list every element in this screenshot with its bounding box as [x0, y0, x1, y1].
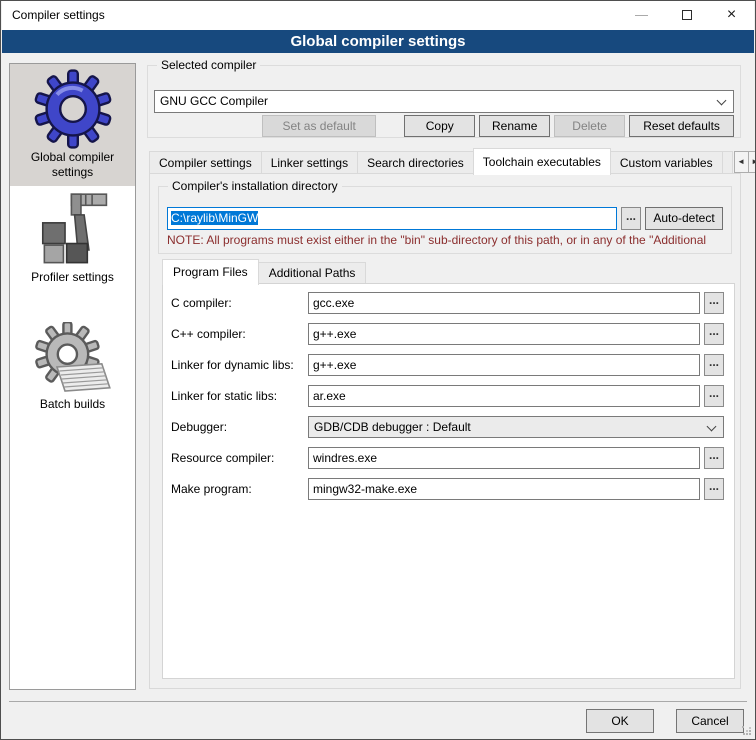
close-icon: × [727, 6, 736, 23]
c-compiler-input[interactable] [308, 292, 700, 314]
sidebar-item-global-compiler-settings[interactable]: Global compiler settings [10, 64, 135, 186]
selected-compiler-group-label: Selected compiler [157, 58, 260, 73]
chevron-down-icon [717, 96, 727, 106]
chevron-down-icon [707, 422, 717, 432]
ok-button[interactable]: OK [586, 709, 654, 733]
c-compiler-browse-button[interactable]: ... [704, 292, 724, 314]
install-dir-selected-text: C:\raylib\MinGW [171, 211, 258, 225]
settings-tab-strip: Compiler settings Linker settings Search… [149, 147, 743, 174]
compiler-select-value: GNU GCC Compiler [160, 94, 268, 108]
dynamic-linker-input[interactable] [308, 354, 700, 376]
copy-button[interactable]: Copy [404, 115, 475, 137]
debugger-select-value: GDB/CDB debugger : Default [314, 420, 471, 434]
auto-detect-button[interactable]: Auto-detect [645, 207, 723, 230]
tab-scroll-buttons: ◄ ► [735, 151, 756, 173]
tab-search-directories[interactable]: Search directories [357, 151, 474, 174]
gray-gear-stack-icon [33, 322, 113, 396]
blue-gear-icon [33, 69, 113, 149]
compiler-select[interactable]: GNU GCC Compiler [154, 90, 734, 113]
field-row-debugger: Debugger: GDB/CDB debugger : Default [171, 416, 724, 438]
static-linker-label: Linker for static libs: [171, 389, 308, 403]
tab-custom-variables[interactable]: Custom variables [610, 151, 723, 174]
subtab-program-files[interactable]: Program Files [162, 259, 259, 285]
page-title: Global compiler settings [2, 30, 754, 53]
minimize-button[interactable]: — [619, 1, 664, 30]
tab-toolchain-executables[interactable]: Toolchain executables [473, 148, 611, 175]
install-dir-browse-button[interactable]: ... [621, 207, 641, 230]
resource-compiler-label: Resource compiler: [171, 451, 308, 465]
field-row-dynamic-linker: Linker for dynamic libs: ... [171, 354, 724, 376]
sidebar-item-label: Batch builds [12, 397, 133, 412]
tab-build-options[interactable]: Build [722, 151, 733, 174]
resource-compiler-input[interactable] [308, 447, 700, 469]
window-title: Compiler settings [12, 1, 105, 30]
subtab-additional-paths[interactable]: Additional Paths [258, 262, 367, 284]
selected-compiler-group: Selected compiler GNU GCC Compiler Set a… [147, 65, 741, 138]
compiler-settings-dialog: Compiler settings — × Global compiler se… [0, 0, 756, 740]
sidebar-item-profiler-settings[interactable]: Profiler settings [10, 186, 135, 291]
debugger-select[interactable]: GDB/CDB debugger : Default [308, 416, 724, 438]
static-linker-browse-button[interactable]: ... [704, 385, 724, 407]
cpp-compiler-label: C++ compiler: [171, 327, 308, 341]
settings-category-list: Global compiler settings Profiler settin… [9, 63, 136, 690]
minimize-icon: — [635, 7, 648, 22]
resize-grip-icon[interactable] [742, 726, 752, 736]
field-row-c-compiler: C compiler: ... [171, 292, 724, 314]
tab-linker-settings[interactable]: Linker settings [261, 151, 358, 174]
cpp-compiler-browse-button[interactable]: ... [704, 323, 724, 345]
close-button[interactable]: × [709, 1, 754, 30]
cancel-button[interactable]: Cancel [676, 709, 744, 733]
sidebar-item-label: Profiler settings [12, 270, 133, 285]
rename-button[interactable]: Rename [479, 115, 550, 137]
toolchain-executables-panel: Compiler's installation directory C:\ray… [149, 173, 741, 689]
program-files-tab-strip: Program Files Additional Paths [162, 258, 365, 284]
maximize-icon [682, 10, 692, 20]
field-row-make-program: Make program: ... [171, 478, 724, 500]
static-linker-input[interactable] [308, 385, 700, 407]
installation-directory-group: Compiler's installation directory C:\ray… [158, 186, 732, 254]
installation-directory-group-label: Compiler's installation directory [168, 179, 342, 194]
tab-scroll-right-icon[interactable]: ► [748, 151, 756, 173]
make-program-browse-button[interactable]: ... [704, 478, 724, 500]
maximize-button[interactable] [664, 1, 709, 30]
tab-compiler-settings[interactable]: Compiler settings [149, 151, 262, 174]
dynamic-linker-label: Linker for dynamic libs: [171, 358, 308, 372]
resource-compiler-browse-button[interactable]: ... [704, 447, 724, 469]
field-row-cpp-compiler: C++ compiler: ... [171, 323, 724, 345]
c-compiler-label: C compiler: [171, 296, 308, 310]
program-files-page: C compiler: ... C++ compiler: ... Linker… [162, 283, 735, 679]
tab-scroll-left-icon[interactable]: ◄ [734, 151, 749, 173]
sidebar-item-label: Global compiler settings [12, 150, 133, 180]
caliper-blocks-icon [33, 191, 113, 269]
install-dir-input[interactable]: C:\raylib\MinGW [167, 207, 617, 230]
sidebar-item-batch-builds[interactable]: Batch builds [10, 317, 135, 418]
reset-defaults-button[interactable]: Reset defaults [629, 115, 734, 137]
titlebar: Compiler settings — × [2, 1, 754, 30]
delete-button[interactable]: Delete [554, 115, 625, 137]
footer-divider [9, 701, 747, 702]
debugger-label: Debugger: [171, 420, 308, 434]
make-program-input[interactable] [308, 478, 700, 500]
make-program-label: Make program: [171, 482, 308, 496]
field-row-resource-compiler: Resource compiler: ... [171, 447, 724, 469]
install-dir-note: NOTE: All programs must exist either in … [167, 233, 730, 247]
field-row-static-linker: Linker for static libs: ... [171, 385, 724, 407]
dynamic-linker-browse-button[interactable]: ... [704, 354, 724, 376]
compiler-buttons-row: Set as default Copy Rename Delete Reset … [154, 115, 734, 137]
cpp-compiler-input[interactable] [308, 323, 700, 345]
set-as-default-button[interactable]: Set as default [262, 115, 376, 137]
